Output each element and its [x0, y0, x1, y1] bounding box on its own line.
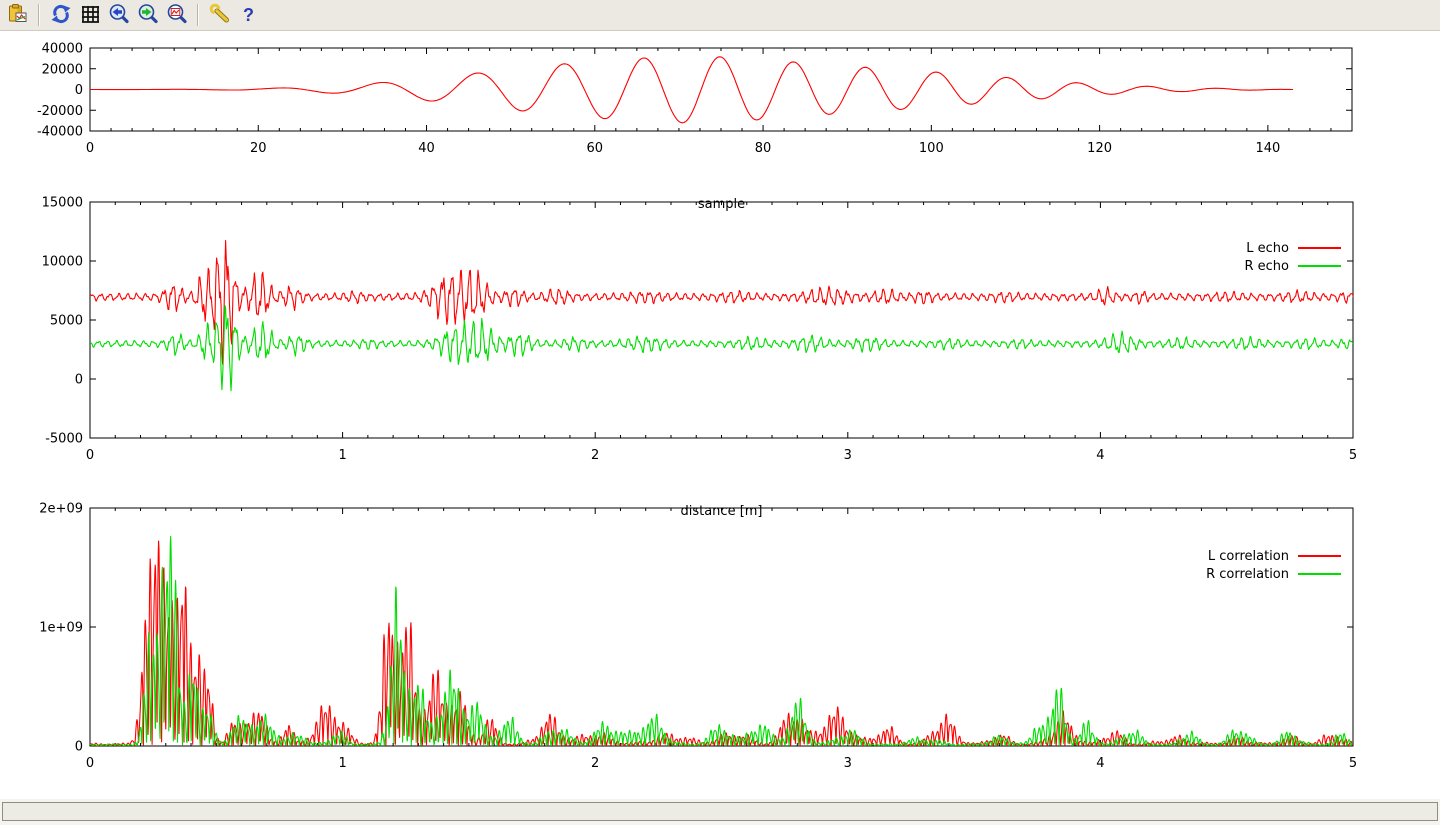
- x-axis-label-distance-echo: distance [m]: [90, 504, 1353, 519]
- legend-line-sample: [1298, 247, 1341, 249]
- plot-area[interactable]: 020406080100120140-40000-200000200004000…: [0, 31, 1440, 799]
- x-tick-label: 0: [86, 756, 94, 771]
- y-tick-label: 20000: [42, 62, 83, 77]
- chart-2: 0 1 2 3 4 5 0 1e+09 2e+09: [39, 502, 1357, 772]
- plots-canvas[interactable]: 020406080100120140-40000-200000200004000…: [0, 31, 1440, 799]
- magnifier-back-icon: [108, 3, 130, 28]
- zoom-next-button[interactable]: [134, 2, 161, 29]
- legend-label: R echo: [1244, 259, 1289, 274]
- series-line-r-correlation: [90, 536, 1353, 746]
- y-tick-label: 40000: [42, 42, 83, 57]
- legend-line-sample: [1298, 265, 1341, 267]
- copy-to-clipboard-button[interactable]: [4, 2, 31, 29]
- x-tick-label: 20: [250, 141, 267, 156]
- y-tick-label: 0: [75, 373, 83, 388]
- correlation-legend: L correlation R correlation: [1206, 547, 1341, 583]
- y-tick-label: 2e+09: [39, 502, 83, 517]
- y-tick-label: 1e+09: [39, 621, 83, 636]
- y-tick-label: -40000: [37, 125, 83, 140]
- magnifier-forward-icon: [137, 3, 159, 28]
- series-line-r-echo: [90, 305, 1353, 390]
- y-tick-label: 5000: [50, 314, 83, 329]
- legend-entry: L echo: [1246, 239, 1341, 257]
- chart-0: 0 20 40 60 80 100 120 140 -40000 -20000 0 20000 4000…: [37, 42, 1352, 157]
- y-tick-label: 0: [75, 740, 83, 755]
- plot-frame: [90, 202, 1353, 438]
- zoom-previous-button[interactable]: [105, 2, 132, 29]
- legend-line-sample: [1298, 573, 1341, 575]
- clipboard-chart-icon: [7, 3, 29, 28]
- x-tick-label: 1: [338, 756, 346, 771]
- help-button[interactable]: ?: [235, 2, 262, 29]
- wrench-icon: [209, 3, 231, 28]
- x-tick-label: 4: [1096, 756, 1104, 771]
- x-axis-label-sample: sample: [90, 197, 1353, 212]
- legend-label: L echo: [1246, 241, 1289, 256]
- refresh-icon: [50, 3, 72, 28]
- legend-entry: R echo: [1244, 257, 1341, 275]
- x-tick-label: 60: [587, 141, 604, 156]
- chart-1: 012345-5000050001000015000: [42, 196, 1358, 464]
- status-bar: [0, 799, 1440, 825]
- legend-entry: R correlation: [1206, 565, 1341, 583]
- legend-label: R correlation: [1206, 567, 1289, 582]
- plot-frame: [90, 48, 1352, 131]
- x-tick-label: 5: [1349, 448, 1357, 463]
- toolbar-separator: [38, 4, 40, 26]
- x-tick-label: 2: [591, 448, 599, 463]
- toolbar-separator: [197, 4, 199, 26]
- legend-entry: L correlation: [1208, 547, 1341, 565]
- y-tick-label: 10000: [42, 255, 83, 270]
- x-tick-label: 3: [844, 448, 852, 463]
- echo-legend: L echo R echo: [1244, 239, 1341, 275]
- x-tick-label: 0: [86, 448, 94, 463]
- autoscale-button[interactable]: [163, 2, 190, 29]
- replot-button[interactable]: [47, 2, 74, 29]
- y-tick-label: 0: [75, 83, 83, 98]
- legend-label: L correlation: [1208, 549, 1289, 564]
- series-line-pulse: [90, 57, 1293, 123]
- x-tick-label: 3: [844, 756, 852, 771]
- grid-icon: [79, 3, 101, 28]
- question-mark-icon: ?: [243, 4, 254, 26]
- x-tick-label: 5: [1349, 756, 1357, 771]
- x-tick-label: 80: [755, 141, 772, 156]
- plot-frame: [90, 508, 1353, 746]
- y-tick-label: 15000: [42, 196, 83, 211]
- x-tick-label: 2: [591, 756, 599, 771]
- x-tick-label: 1: [338, 448, 346, 463]
- x-tick-label: 0: [86, 141, 94, 156]
- x-tick-label: 4: [1096, 448, 1104, 463]
- toolbar: ?: [0, 0, 1440, 31]
- series-line-l-correlation: [90, 541, 1353, 746]
- x-tick-label: 120: [1087, 141, 1112, 156]
- x-tick-label: 40: [418, 141, 435, 156]
- toggle-grid-button[interactable]: [76, 2, 103, 29]
- y-tick-label: -5000: [45, 432, 83, 447]
- magnifier-fit-icon: [166, 3, 188, 28]
- gnuplot-window: ? 020406080100120140-40000-2000002000040…: [0, 0, 1440, 825]
- configure-button[interactable]: [206, 2, 233, 29]
- status-bar-text: [2, 802, 1438, 821]
- y-tick-label: -20000: [37, 104, 83, 119]
- x-tick-label: 140: [1255, 141, 1280, 156]
- legend-line-sample: [1298, 555, 1341, 557]
- x-tick-label: 100: [919, 141, 944, 156]
